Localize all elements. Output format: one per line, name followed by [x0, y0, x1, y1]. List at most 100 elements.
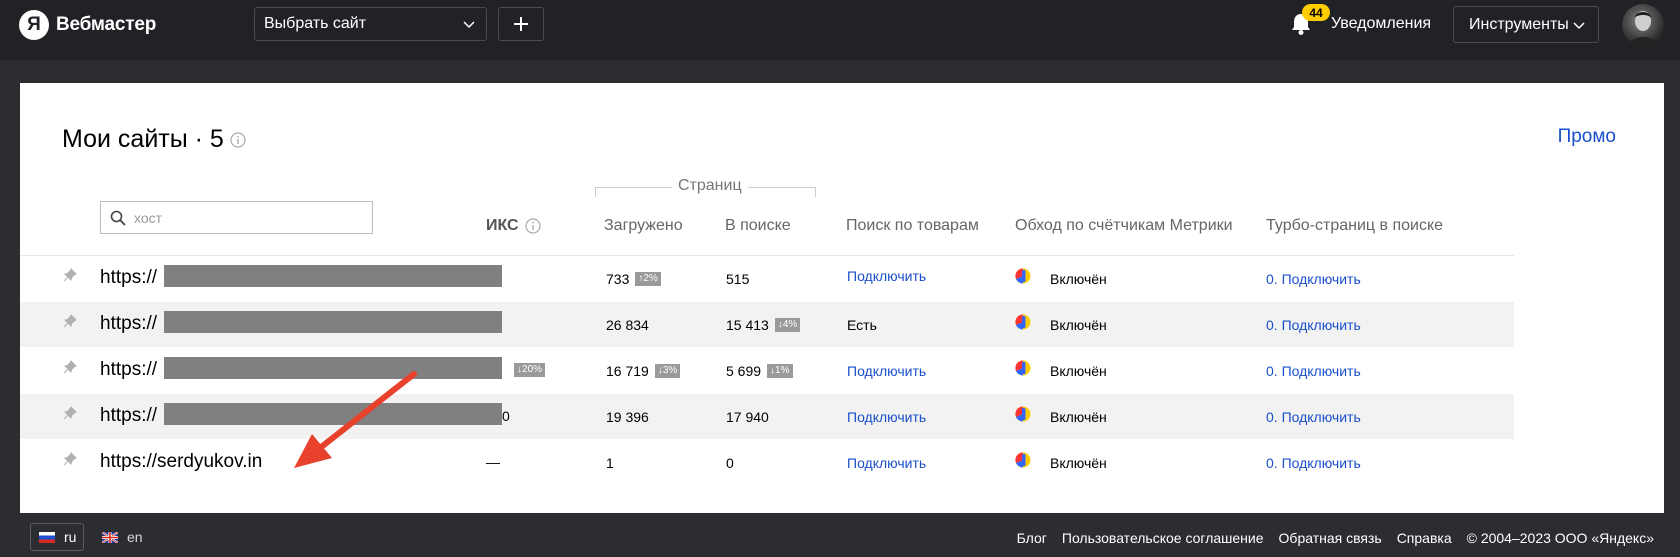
column-iks-label: ИКС	[486, 217, 519, 234]
language-en-button[interactable]: en	[102, 529, 143, 545]
loaded-cell: 16 719 ↓3%	[606, 363, 681, 379]
in-search-delta-badge: ↓4%	[774, 318, 801, 332]
add-site-button[interactable]	[498, 7, 544, 41]
info-icon[interactable]	[525, 218, 541, 234]
in-search-value: 17 940	[726, 409, 769, 425]
column-goods-search[interactable]: Поиск по товарам	[846, 217, 979, 235]
language-en-label: en	[127, 529, 143, 545]
yandex-logo-icon: Я	[19, 10, 49, 40]
loaded-value: 16 719	[606, 363, 649, 379]
user-avatar[interactable]	[1622, 4, 1664, 46]
loaded-cell: 19 396	[606, 409, 649, 425]
loaded-value: 733	[606, 271, 630, 287]
loaded-value: 26 834	[606, 317, 649, 333]
in-search-cell: 5 699 ↓1%	[726, 363, 793, 379]
column-turbo[interactable]: Турбо-страниц в поиске	[1266, 217, 1443, 235]
info-icon[interactable]	[230, 131, 246, 148]
goods-connect-link[interactable]: Подключить	[847, 363, 926, 379]
goods-connect-link[interactable]: Подключить	[847, 268, 926, 284]
metrika-status: Включён	[1050, 271, 1107, 287]
in-search-value: 15 413	[726, 317, 769, 333]
in-search-value: 5 699	[726, 363, 762, 379]
table-row[interactable]: https:// 26 834 15 413 ↓4% Есть Включён 0…	[20, 302, 1514, 347]
loaded-cell: 733 ↑2%	[606, 271, 661, 287]
column-in-search[interactable]: В поиске	[725, 217, 791, 235]
in-search-cell: 515	[726, 271, 749, 287]
footer-link-feedback[interactable]: Обратная связь	[1279, 530, 1382, 546]
pin-icon[interactable]	[63, 452, 77, 466]
site-host[interactable]: https://	[100, 359, 157, 381]
metrika-icon	[1015, 406, 1031, 422]
footer-link-help[interactable]: Справка	[1397, 530, 1452, 546]
redacted-host	[164, 311, 502, 333]
site-host[interactable]: https://	[100, 267, 157, 289]
metrika-status: Включён	[1050, 363, 1107, 379]
promo-link[interactable]: Промо	[1558, 126, 1616, 148]
user-photo-icon	[1628, 11, 1658, 46]
column-iks[interactable]: ИКС	[486, 217, 541, 235]
language-ru-button[interactable]: ru	[30, 523, 84, 551]
language-ru-label: ru	[64, 529, 77, 545]
column-metrika[interactable]: Обход по счётчикам Метрики	[1015, 217, 1233, 235]
metrika-status: Включён	[1050, 317, 1107, 333]
pin-icon[interactable]	[63, 314, 77, 328]
yandex-webmaster-logo[interactable]: Я Вебмастер	[19, 10, 156, 40]
metrika-status: Включён	[1050, 409, 1107, 425]
pin-icon[interactable]	[63, 406, 77, 420]
loaded-delta-badge: ↓3%	[654, 364, 681, 378]
footer-links: Блог Пользовательское соглашение Обратна…	[1017, 530, 1654, 546]
table-row[interactable]: https:// 733 ↑2% 515 Подключить Включён 0…	[20, 256, 1514, 301]
loaded-cell: 1	[606, 455, 614, 471]
in-search-cell: 15 413 ↓4%	[726, 317, 801, 333]
chevron-down-icon	[1573, 22, 1585, 30]
russian-flag-icon	[39, 531, 55, 543]
loaded-value: 1	[606, 455, 614, 471]
notification-count-badge: 44	[1302, 4, 1330, 21]
table-row[interactable]: https:// ↓20% 16 719 ↓3% 5 699 ↓1% Подключ…	[20, 348, 1514, 393]
goods-status: Есть	[847, 317, 877, 333]
host-search[interactable]	[100, 201, 373, 234]
goods-connect-link[interactable]: Подключить	[847, 409, 926, 425]
iks-value: —	[486, 454, 500, 470]
goods-connect-link[interactable]: Подключить	[847, 455, 926, 471]
turbo-connect-link[interactable]: 0. Подключить	[1266, 363, 1361, 379]
metrika-status: Включён	[1050, 455, 1107, 471]
uk-flag-icon	[102, 531, 118, 543]
pin-icon[interactable]	[63, 268, 77, 282]
in-search-value: 515	[726, 271, 750, 287]
iks-delta-badge: ↓20%	[514, 363, 546, 377]
notifications-link[interactable]: Уведомления	[1331, 15, 1431, 33]
sites-card: Мои сайты · 5 Промо Страниц ИКС Загружен…	[20, 83, 1664, 513]
footer-copyright: © 2004–2023 ООО «Яндекс»	[1466, 530, 1654, 546]
loaded-value: 19 396	[606, 409, 649, 425]
redacted-host	[164, 265, 502, 287]
site-host[interactable]: https://	[100, 405, 157, 427]
footer-link-blog[interactable]: Блог	[1017, 530, 1047, 546]
metrika-icon	[1015, 314, 1031, 330]
site-select-dropdown[interactable]: Выбрать сайт	[254, 7, 487, 41]
site-host[interactable]: https://	[100, 313, 157, 335]
metrika-icon	[1015, 360, 1031, 376]
app-title: Вебмастер	[56, 14, 157, 35]
metrika-icon	[1015, 268, 1031, 284]
red-arrow-annotation	[294, 371, 417, 468]
turbo-connect-link[interactable]: 0. Подключить	[1266, 409, 1361, 425]
turbo-connect-link[interactable]: 0. Подключить	[1266, 271, 1361, 287]
top-bar: Я Вебмастер Выбрать сайт 44 Уведомления …	[0, 0, 1680, 60]
chevron-down-icon	[463, 21, 475, 29]
pages-group-label: Страниц	[672, 177, 748, 195]
footer-link-agreement[interactable]: Пользовательское соглашение	[1062, 530, 1264, 546]
page-title: Мои сайты · 5	[62, 125, 246, 154]
host-search-input[interactable]	[132, 208, 356, 227]
table-row[interactable]: https:// 0 19 396 17 940 Подключить Вклю…	[20, 394, 1514, 439]
tools-dropdown[interactable]: Инструменты	[1453, 6, 1599, 43]
iks-value: 0	[502, 408, 510, 424]
turbo-connect-link[interactable]: 0. Подключить	[1266, 317, 1361, 333]
search-icon	[110, 210, 126, 226]
pin-icon[interactable]	[63, 360, 77, 374]
page-title-text: Мои сайты · 5	[62, 125, 224, 153]
table-row[interactable]: https://serdyukov.in — 1 0 Подключить Вк…	[20, 440, 1514, 485]
site-host[interactable]: https://serdyukov.in	[100, 451, 262, 473]
column-loaded[interactable]: Загружено	[604, 217, 683, 235]
turbo-connect-link[interactable]: 0. Подключить	[1266, 455, 1361, 471]
